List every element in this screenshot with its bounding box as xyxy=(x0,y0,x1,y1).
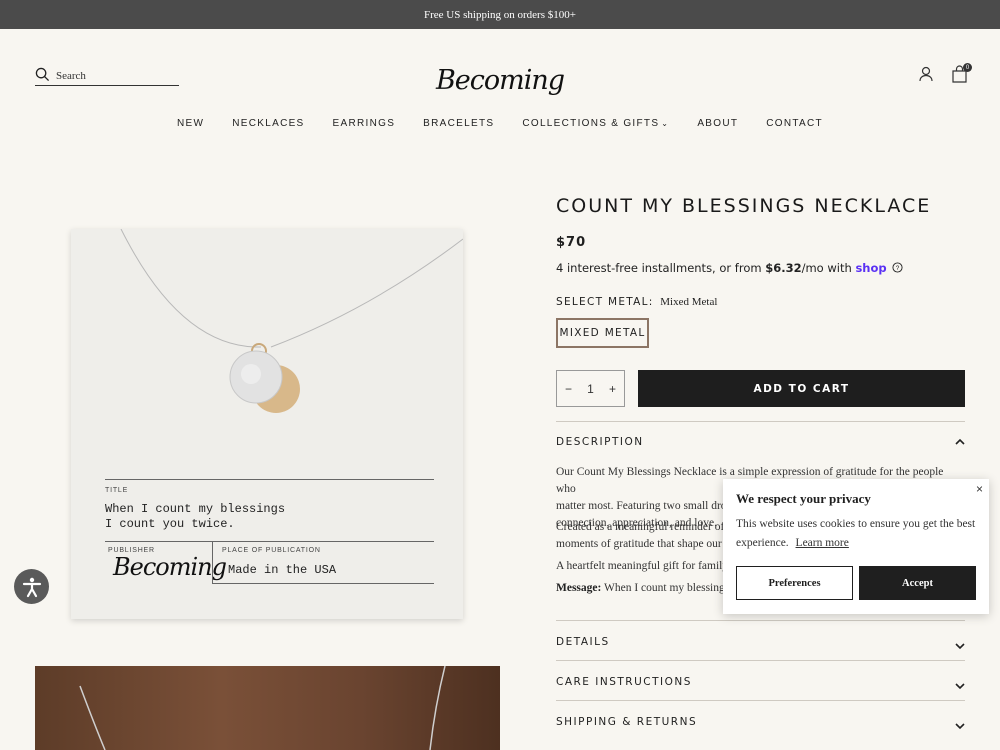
metal-option-mixed[interactable]: MIXED METAL xyxy=(556,318,649,348)
installments-prefix: 4 interest-free installments, or from xyxy=(556,261,766,275)
necklace-illustration xyxy=(120,229,463,413)
cart-button[interactable]: 0 xyxy=(950,63,972,84)
installments-text: 4 interest-free installments, or from $6… xyxy=(556,261,903,275)
divider xyxy=(105,479,434,480)
card-place-value: Made in the USA xyxy=(228,563,337,577)
learn-more-link[interactable]: Learn more xyxy=(796,537,849,549)
nav-item-collections[interactable]: COLLECTIONS & GIFTS ⌄ xyxy=(522,118,669,129)
message-text: When I count my blessings xyxy=(604,582,730,594)
cart-count-badge: 0 xyxy=(963,63,972,72)
divider xyxy=(556,620,965,621)
metal-label: SELECT METAL: Mixed Metal xyxy=(556,296,717,308)
announcement-text: Free US shipping on orders $100+ xyxy=(424,8,576,21)
chevron-down-icon xyxy=(955,723,965,730)
details-heading: DETAILS xyxy=(556,636,610,648)
quantity-stepper: − 1 + xyxy=(556,370,625,407)
shipping-toggle[interactable]: SHIPPING & RETURNS xyxy=(556,713,965,731)
nav-item-earrings[interactable]: EARRINGS xyxy=(333,118,396,129)
metal-label-text: SELECT METAL: xyxy=(556,296,654,308)
account-icon[interactable] xyxy=(918,66,934,82)
qty-increase-button[interactable]: + xyxy=(609,382,616,396)
nav-item-necklaces[interactable]: NECKLACES xyxy=(232,118,304,129)
care-heading: CARE INSTRUCTIONS xyxy=(556,676,692,688)
logo[interactable]: Becoming xyxy=(436,58,565,102)
card-publisher-signature: Becoming xyxy=(113,553,227,581)
divider xyxy=(556,700,965,701)
search-input[interactable]: Search xyxy=(35,64,179,86)
installments-amount: $6.32 xyxy=(765,261,802,275)
cookie-buttons: Preferences Accept xyxy=(736,566,976,600)
cookie-body-text: This website uses cookies to ensure you … xyxy=(736,518,976,530)
chevron-up-icon xyxy=(955,438,965,445)
installments-suffix: /mo with xyxy=(801,261,856,275)
close-icon[interactable]: × xyxy=(976,482,983,496)
card-place-label: PLACE OF PUBLICATION xyxy=(222,547,321,554)
cookie-title: We respect your privacy xyxy=(736,491,871,506)
product-photo-model[interactable] xyxy=(35,666,500,750)
divider xyxy=(212,583,434,584)
product-price: $70 xyxy=(556,235,587,250)
logo-text: Becoming xyxy=(435,64,565,96)
divider xyxy=(556,421,965,422)
product-title: COUNT MY BLESSINGS NECKLACE xyxy=(556,195,932,217)
search-icon xyxy=(35,67,50,82)
accessibility-button[interactable] xyxy=(14,569,49,604)
info-icon[interactable]: ? xyxy=(892,262,903,273)
preferences-button[interactable]: Preferences xyxy=(736,566,853,600)
main-nav: NEW NECKLACES EARRINGS BRACELETS COLLECT… xyxy=(0,118,1000,129)
accessibility-icon xyxy=(22,577,41,597)
nav-item-bracelets[interactable]: BRACELETS xyxy=(423,118,494,129)
divider xyxy=(212,541,213,583)
chevron-down-icon: ⌄ xyxy=(661,119,670,128)
cookie-consent-dialog: × We respect your privacy This website u… xyxy=(723,479,989,614)
nav-item-new[interactable]: NEW xyxy=(177,118,204,129)
add-to-cart-button[interactable]: ADD TO CART xyxy=(638,370,965,407)
card-title-line-1: When I count my blessings xyxy=(105,502,286,516)
nav-item-collections-label: COLLECTIONS & GIFTS xyxy=(522,118,660,129)
announcement-bar: Free US shipping on orders $100+ xyxy=(0,0,1000,29)
details-toggle[interactable]: DETAILS xyxy=(556,633,965,651)
metal-selected-value: Mixed Metal xyxy=(660,296,718,308)
necklace-chain-illustration xyxy=(79,666,446,750)
description-toggle[interactable]: DESCRIPTION xyxy=(556,436,965,448)
shipping-heading: SHIPPING & RETURNS xyxy=(556,716,698,728)
message-label: Message: xyxy=(556,582,602,594)
accept-button[interactable]: Accept xyxy=(859,566,976,600)
svg-text:?: ? xyxy=(896,265,900,272)
card-title-line-2: I count you twice. xyxy=(105,517,235,531)
nav-item-contact[interactable]: CONTACT xyxy=(766,118,823,129)
nav-item-about[interactable]: ABOUT xyxy=(697,118,738,129)
shop-pay-logo: shop xyxy=(855,261,887,275)
qty-decrease-button[interactable]: − xyxy=(565,382,572,396)
description-heading: DESCRIPTION xyxy=(556,436,644,448)
care-toggle[interactable]: CARE INSTRUCTIONS xyxy=(556,673,965,691)
cookie-body-text-2: experience. xyxy=(736,537,789,549)
card-title-label: TITLE xyxy=(105,487,129,494)
divider xyxy=(105,541,434,542)
search-placeholder: Search xyxy=(56,70,86,82)
divider xyxy=(556,660,965,661)
product-image[interactable]: TITLE When I count my blessings I count … xyxy=(71,229,463,619)
chevron-down-icon xyxy=(955,643,965,650)
qty-input[interactable]: 1 xyxy=(587,382,594,396)
cookie-body: This website uses cookies to ensure you … xyxy=(736,515,976,553)
chevron-down-icon xyxy=(955,683,965,690)
